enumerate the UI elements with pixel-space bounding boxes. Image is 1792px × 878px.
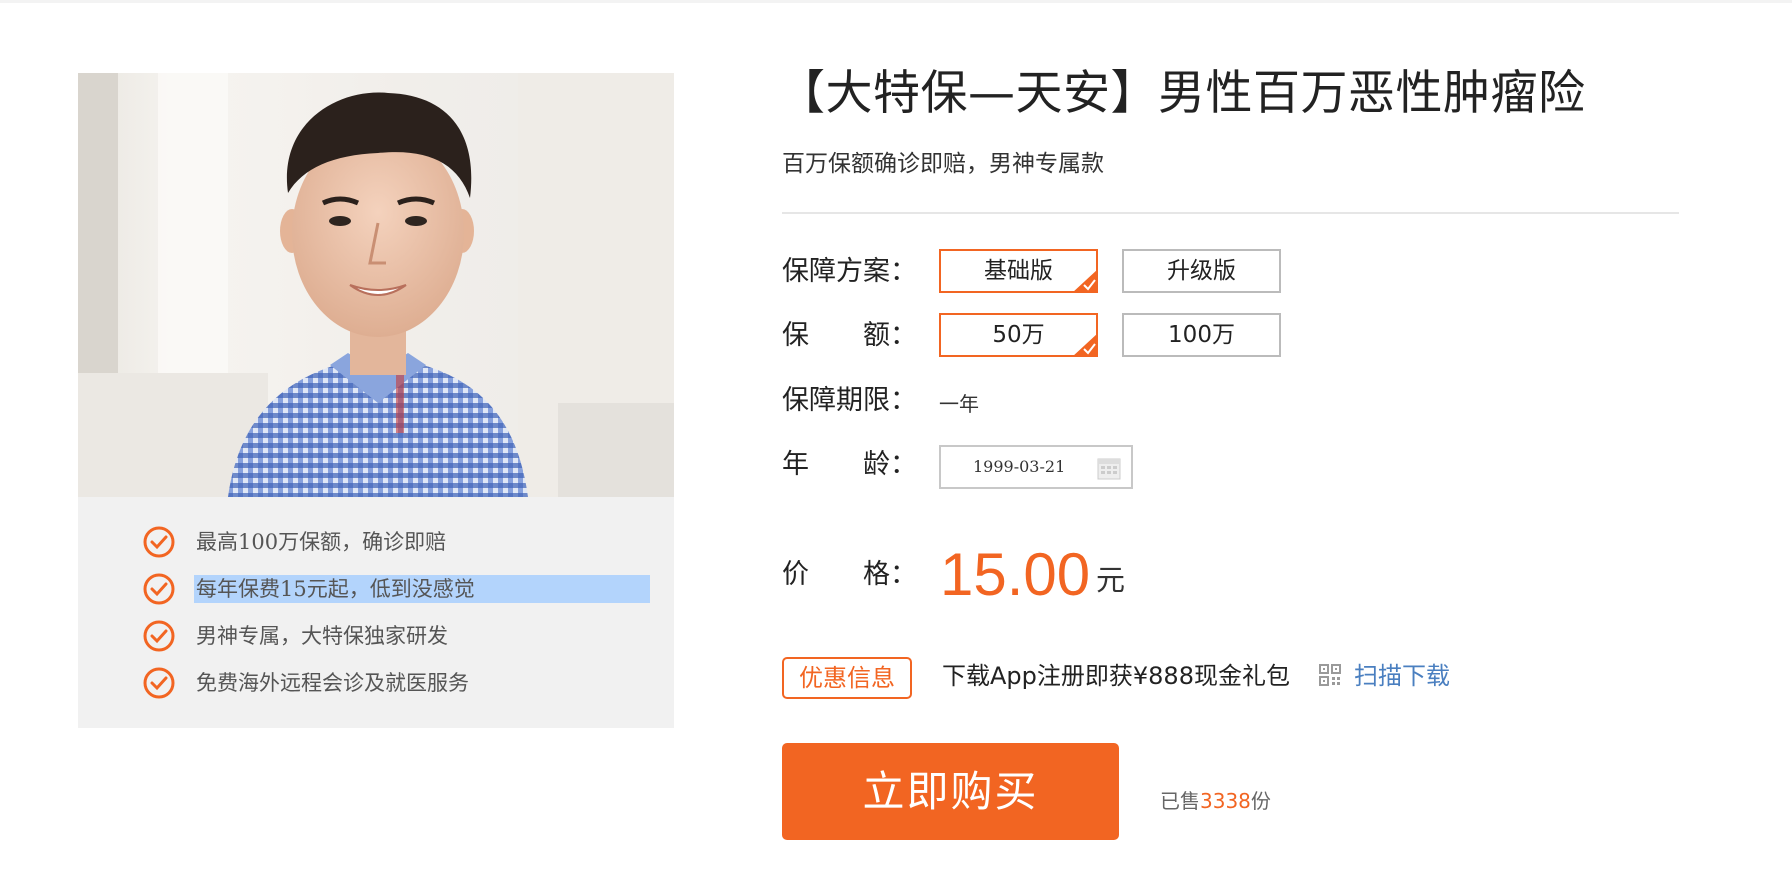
birth-date-input[interactable]: 1999-03-21 [939,445,1133,489]
plan-option-label: 升级版 [1167,258,1236,284]
qr-code-icon[interactable] [1318,663,1342,687]
feature-list: 最高100万保额，确诊即赔 每年保费15元起，低到没感觉 男神专属，大特保独家研… [78,497,674,728]
product-photo [78,73,674,497]
price-label: 价 格： [782,559,917,590]
feature-item: 最高100万保额，确诊即赔 [142,524,650,560]
plan-option-basic[interactable]: 基础版 [939,249,1098,293]
calendar-icon[interactable] [1097,456,1121,480]
check-circle-icon [143,526,175,558]
plan-label: 保障方案： [782,256,917,287]
corner-check-icon [1072,269,1098,293]
term-value: 一年 [939,392,979,416]
top-border [0,0,1792,3]
product-title: 【大特保—天安】男性百万恶性肿瘤险 [778,66,1586,121]
amount-option-label: 50万 [992,322,1045,348]
amount-label: 保 额： [782,320,917,351]
promo-text: 下载App注册即获¥888现金礼包 [942,662,1290,690]
product-subtitle: 百万保额确诊即赔，男神专属款 [782,151,1104,177]
feature-text: 最高100万保额，确诊即赔 [196,530,447,554]
sold-number: 3338 [1200,789,1251,813]
feature-text: 每年保费15元起，低到没感觉 [194,575,650,603]
feature-text: 免费海外远程会诊及就医服务 [196,671,469,695]
age-label: 年 龄： [782,449,917,480]
divider [782,212,1679,214]
price-value: 15.00 [940,541,1091,608]
price-unit: 元 [1096,563,1126,597]
plan-option-label: 基础版 [984,258,1053,284]
amount-option-label: 100万 [1168,322,1235,348]
feature-item: 免费海外远程会诊及就医服务 [142,665,650,701]
sold-count: 已售3338份 [1160,786,1271,816]
check-circle-icon [143,573,175,605]
amount-option-100w[interactable]: 100万 [1122,313,1281,357]
corner-check-icon [1072,333,1098,357]
buy-now-button[interactable]: 立即购买 [782,743,1119,840]
birth-date-value: 1999-03-21 [973,457,1066,476]
term-label: 保障期限： [782,385,917,416]
plan-option-upgrade[interactable]: 升级版 [1122,249,1281,293]
sold-prefix: 已售 [1160,789,1200,813]
check-circle-icon [143,667,175,699]
feature-item: 男神专属，大特保独家研发 [142,618,650,654]
check-circle-icon [143,620,175,652]
scan-download-link[interactable]: 扫描下载 [1354,658,1450,694]
promo-badge: 优惠信息 [782,657,912,699]
feature-item: 每年保费15元起，低到没感觉 [142,571,650,607]
sold-suffix: 份 [1250,789,1271,813]
feature-text: 男神专属，大特保独家研发 [196,624,448,648]
amount-option-50w[interactable]: 50万 [939,313,1098,357]
